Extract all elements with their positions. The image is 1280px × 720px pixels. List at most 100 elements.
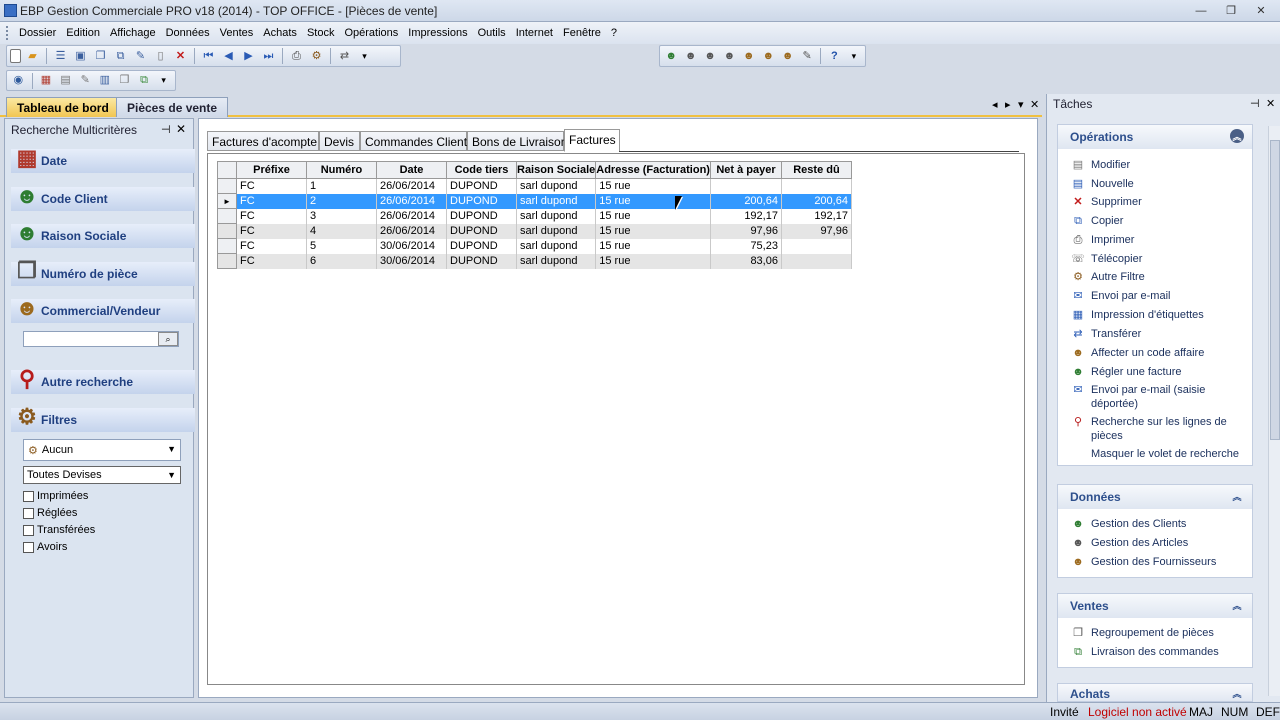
- task-recherche-lignes[interactable]: ⚲ Recherche sur les lignes de pièces: [1070, 415, 1250, 443]
- cell-date[interactable]: 26/06/2014: [376, 193, 447, 209]
- cell-prefixe[interactable]: FC: [236, 208, 307, 224]
- cell-date[interactable]: 26/06/2014: [376, 223, 447, 239]
- collapse-icon[interactable]: ︽: [1230, 129, 1244, 143]
- cell-numero[interactable]: 3: [306, 208, 377, 224]
- search-input[interactable]: [23, 331, 179, 347]
- task-supprimer[interactable]: ✕ Supprimer: [1070, 195, 1250, 209]
- list-icon[interactable]: ☰: [52, 48, 69, 65]
- table-row[interactable]: FC 1 26/06/2014 DUPOND sarl dupond 15 ru…: [217, 178, 852, 194]
- tasks-scrollbar[interactable]: [1268, 126, 1280, 696]
- task-gestion-articles[interactable]: ☻ Gestion des Articles: [1070, 536, 1250, 550]
- toolbar2-overflow-icon[interactable]: ▾: [155, 72, 172, 89]
- column-header[interactable]: Code tiers: [446, 161, 517, 179]
- cell-prefixe[interactable]: FC: [236, 178, 307, 194]
- tab-pieces-de-vente[interactable]: Pièces de vente: [116, 97, 229, 117]
- task-autre-filtre[interactable]: ⚙ Autre Filtre: [1070, 270, 1250, 284]
- donnees-header[interactable]: Données ︽: [1058, 485, 1252, 509]
- task-envoi-email[interactable]: ✉ Envoi par e-mail: [1070, 289, 1250, 303]
- pin-icon[interactable]: ⊣: [161, 123, 171, 136]
- checkbox-reglees[interactable]: Réglées: [23, 507, 77, 519]
- menu-internet[interactable]: Internet: [511, 27, 558, 39]
- row-indicator[interactable]: [217, 223, 237, 239]
- task-impression-etiquettes[interactable]: ▦ Impression d'étiquettes: [1070, 308, 1250, 322]
- menu-ventes[interactable]: Ventes: [215, 27, 259, 39]
- cell-raison-sociale[interactable]: sarl dupond: [516, 208, 597, 224]
- cell-date[interactable]: 30/06/2014: [376, 253, 447, 269]
- task-gestion-clients[interactable]: ☻ Gestion des Clients: [1070, 517, 1250, 531]
- task-livraison-commandes[interactable]: ⧉ Livraison des commandes: [1070, 645, 1250, 659]
- row-indicator[interactable]: [217, 178, 237, 194]
- achats-header[interactable]: Achats ︽: [1058, 684, 1252, 701]
- new-document-icon[interactable]: [10, 49, 21, 63]
- cell-net-a-payer[interactable]: [710, 178, 782, 194]
- tasks-close-icon[interactable]: ✕: [1266, 97, 1275, 110]
- cell-reste-du[interactable]: 200,64: [781, 193, 852, 209]
- checkbox-box[interactable]: [23, 524, 34, 536]
- group-icon[interactable]: ☻: [721, 48, 737, 65]
- save-icon[interactable]: ▣: [72, 48, 89, 65]
- search-button-icon[interactable]: ⌕: [158, 332, 178, 346]
- search-section-numero-piece[interactable]: ❐ Numéro de pièce: [11, 258, 195, 286]
- task-gestion-fournisseurs[interactable]: ☻ Gestion des Fournisseurs: [1070, 555, 1250, 569]
- column-header[interactable]: Reste dû: [780, 161, 852, 179]
- column-header[interactable]: Net à payer: [709, 161, 782, 179]
- help-icon[interactable]: ?: [826, 48, 842, 65]
- cell-reste-du[interactable]: [781, 253, 852, 269]
- task-regroupement-pieces[interactable]: ❐ Regroupement de pièces: [1070, 626, 1250, 640]
- cell-code-tiers[interactable]: DUPOND: [446, 178, 517, 194]
- notes-icon[interactable]: ✎: [77, 72, 94, 89]
- app-icon[interactable]: [4, 4, 17, 17]
- cell-adresse[interactable]: 15 rue: [595, 208, 711, 224]
- document-icon[interactable]: ▯: [152, 48, 169, 65]
- tab-factures-acompte[interactable]: Factures d'acompte: [207, 131, 319, 151]
- row-indicator[interactable]: ►: [217, 193, 237, 209]
- cell-prefixe[interactable]: FC: [236, 238, 307, 254]
- transfer-icon[interactable]: ⇄: [336, 48, 353, 65]
- task-masquer-volet[interactable]: Masquer le volet de recherche: [1070, 447, 1250, 461]
- salesperson-icon[interactable]: ☻: [741, 48, 757, 65]
- cell-reste-du[interactable]: [781, 238, 852, 254]
- calendar-icon[interactable]: ▦: [38, 72, 55, 89]
- table-row[interactable]: FC 6 30/06/2014 DUPOND sarl dupond 15 ru…: [217, 253, 852, 269]
- task-affecter-code-affaire[interactable]: ☻ Affecter un code affaire: [1070, 346, 1250, 360]
- menu-edition[interactable]: Edition: [61, 27, 105, 39]
- cell-reste-du[interactable]: 192,17: [781, 208, 852, 224]
- tabs-list-icon[interactable]: ▾: [1018, 98, 1024, 111]
- menu-achats[interactable]: Achats: [258, 27, 302, 39]
- checkbox-imprimees[interactable]: Imprimées: [23, 490, 88, 502]
- checkbox-transferees[interactable]: Transférées: [23, 524, 95, 536]
- cell-net-a-payer[interactable]: 200,64: [710, 193, 782, 209]
- last-record-icon[interactable]: ⏭: [260, 48, 277, 65]
- help-overflow-icon[interactable]: ▾: [846, 48, 862, 65]
- cell-adresse[interactable]: 15 rue: [595, 193, 711, 209]
- client-icon[interactable]: ☻: [663, 48, 679, 65]
- cell-net-a-payer[interactable]: 192,17: [710, 208, 782, 224]
- column-header[interactable]: Raison Sociale: [515, 161, 597, 179]
- currency-select[interactable]: Toutes Devises ▼: [23, 466, 181, 484]
- search-pane-close-icon[interactable]: ✕: [176, 122, 186, 136]
- delete-icon[interactable]: ✕: [172, 48, 189, 65]
- filter-select[interactable]: ⚙ Aucun ▼: [23, 439, 181, 461]
- cell-raison-sociale[interactable]: sarl dupond: [516, 178, 597, 194]
- menu-grip-icon[interactable]: [6, 26, 10, 40]
- cell-code-tiers[interactable]: DUPOND: [446, 208, 517, 224]
- table-row[interactable]: FC 4 26/06/2014 DUPOND sarl dupond 15 ru…: [217, 223, 852, 239]
- collapse-icon[interactable]: ︽: [1230, 489, 1244, 503]
- filter-icon[interactable]: ⚙: [308, 48, 325, 65]
- other-search[interactable]: ⚲ Autre recherche: [11, 366, 195, 394]
- first-record-icon[interactable]: ⏮: [200, 48, 217, 65]
- menu-affichage[interactable]: Affichage: [105, 27, 161, 39]
- menu-outils[interactable]: Outils: [473, 27, 511, 39]
- task-transferer[interactable]: ⇄ Transférer: [1070, 327, 1250, 341]
- scrollbar-thumb[interactable]: [1270, 140, 1280, 440]
- cell-raison-sociale[interactable]: sarl dupond: [516, 253, 597, 269]
- cell-prefixe[interactable]: FC: [236, 193, 307, 209]
- task-imprimer[interactable]: ⎙ Imprimer: [1070, 233, 1250, 247]
- checkbox-avoirs[interactable]: Avoirs: [23, 541, 67, 553]
- menu-dossier[interactable]: Dossier: [14, 27, 61, 39]
- cell-net-a-payer[interactable]: 83,06: [710, 253, 782, 269]
- export-icon[interactable]: ⧉: [136, 72, 153, 89]
- column-header[interactable]: Préfixe: [236, 161, 307, 179]
- tab-factures[interactable]: Factures: [564, 129, 620, 152]
- previous-record-icon[interactable]: ◀: [220, 48, 237, 65]
